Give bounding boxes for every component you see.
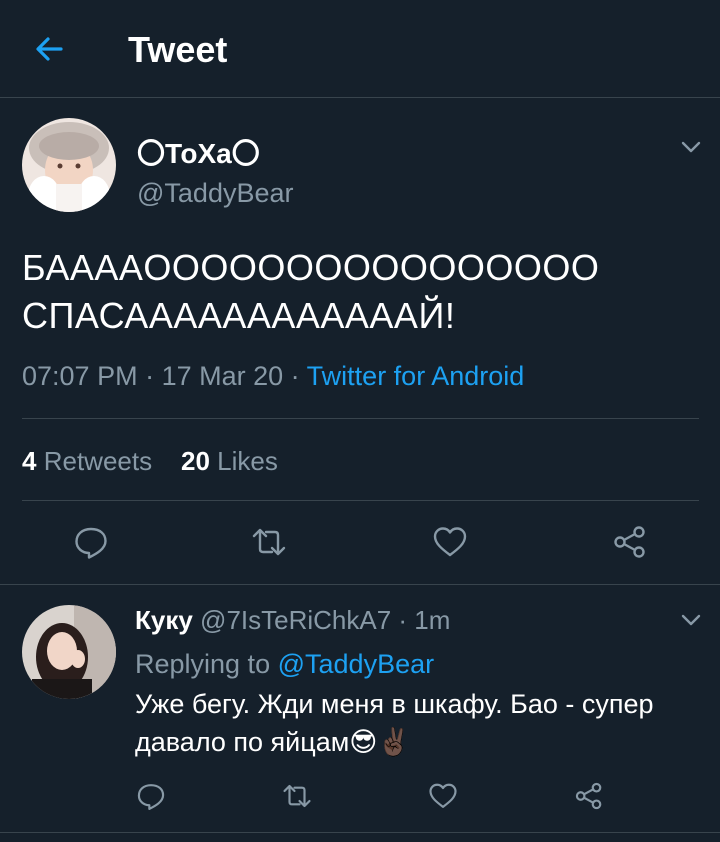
retweets-stat[interactable]: 4 Retweets bbox=[22, 446, 152, 476]
tweet-meta: 07:07 PM · 17 Mar 20 · Twitter for Andro… bbox=[22, 361, 524, 392]
meta-separator: · bbox=[137, 361, 162, 391]
chevron-down-icon[interactable] bbox=[680, 136, 702, 158]
comment-icon[interactable] bbox=[73, 524, 109, 560]
top-bar: Tweet bbox=[0, 0, 720, 98]
tweet-text-line: БАААAOOOOOOOOOOOOOOOO bbox=[22, 247, 600, 288]
retweets-count: 4 bbox=[22, 446, 37, 476]
tweet-text-line: СПАСААААААААААААЙ! bbox=[22, 295, 456, 336]
replying-to-mention[interactable]: @TaddyBear bbox=[278, 649, 435, 679]
replying-to: Replying to @TaddyBear bbox=[135, 649, 434, 680]
meta-separator: · bbox=[283, 361, 307, 391]
reply-author-handle[interactable]: @7IsTeRiChkA7 bbox=[200, 605, 391, 635]
tweet-text: БАААAOOOOOOOOOOOOOOOO СПАСААААААААААААЙ! bbox=[22, 244, 702, 340]
reply-tweet[interactable]: Куку @7IsTeRiChkA7 · 1m Replying to @Tad… bbox=[0, 585, 720, 833]
tweet-date: 17 Mar 20 bbox=[161, 361, 284, 391]
tweet-time: 07:07 PM bbox=[22, 361, 138, 391]
likes-count: 20 bbox=[181, 446, 210, 476]
page-title: Tweet bbox=[128, 29, 228, 70]
meta-separator: · bbox=[391, 605, 415, 635]
divider bbox=[22, 418, 699, 419]
reply-author-name[interactable]: Куку bbox=[135, 605, 193, 635]
back-arrow-icon[interactable] bbox=[31, 31, 67, 67]
comment-icon[interactable] bbox=[136, 781, 166, 811]
author-name[interactable]: 〇ТоХа〇 bbox=[137, 132, 260, 172]
main-tweet: 〇ТоХа〇 @TaddyBear БАААAOOOOOOOOOOOOOOOO … bbox=[0, 98, 720, 585]
retweet-icon[interactable] bbox=[251, 524, 287, 560]
tweet-stats: 4 Retweets 20 Likes bbox=[22, 446, 278, 477]
likes-stat[interactable]: 20 Likes bbox=[181, 446, 278, 476]
reply-text: Уже бегу. Жди меня в шкафу. Бао - супер … bbox=[135, 689, 654, 757]
heart-icon[interactable] bbox=[432, 524, 468, 560]
retweet-icon[interactable] bbox=[282, 781, 312, 811]
tweet-source-link[interactable]: Twitter for Android bbox=[307, 361, 525, 391]
author-handle[interactable]: @TaddyBear bbox=[137, 178, 294, 209]
avatar[interactable] bbox=[22, 118, 116, 212]
divider bbox=[22, 500, 699, 501]
retweets-label: Retweets bbox=[43, 446, 153, 476]
reply-age: 1m bbox=[414, 605, 451, 635]
share-icon[interactable] bbox=[612, 524, 648, 560]
avatar[interactable] bbox=[22, 605, 116, 699]
reply-header: Куку @7IsTeRiChkA7 · 1m bbox=[135, 605, 450, 636]
replying-to-label: Replying to bbox=[135, 649, 271, 679]
share-icon[interactable] bbox=[574, 781, 604, 811]
chevron-down-icon[interactable] bbox=[680, 609, 702, 631]
heart-icon[interactable] bbox=[428, 781, 458, 811]
likes-label: Likes bbox=[217, 446, 278, 476]
